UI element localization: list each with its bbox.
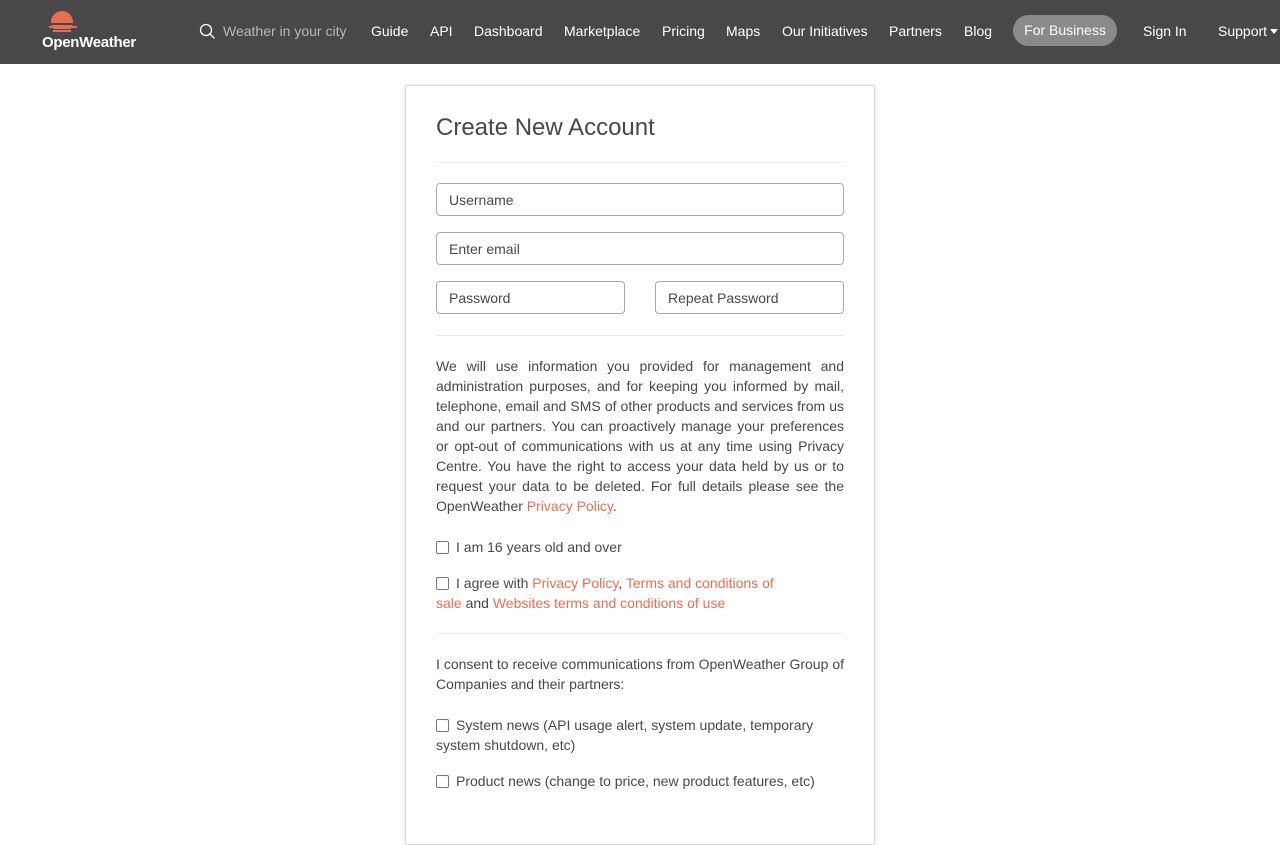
nav-guide[interactable]: Guide (371, 22, 408, 40)
sun-logo-icon (47, 11, 79, 35)
page-title: Create New Account (436, 114, 655, 141)
create-account-card: Create New Account We will use informati… (405, 85, 875, 845)
agree-comma: , (618, 575, 626, 591)
nav-partners[interactable]: Partners (889, 22, 942, 40)
fields-divider (436, 335, 844, 336)
title-divider (436, 162, 844, 163)
website-terms-link[interactable]: Websites terms and conditions of use (493, 595, 725, 611)
email-field[interactable] (436, 232, 844, 265)
age-checkbox-label: I am 16 years old and over (456, 539, 622, 555)
privacy-policy-link[interactable]: Privacy Policy (527, 498, 613, 514)
search-box (199, 19, 359, 45)
openweather-logo[interactable]: OpenWeather (42, 10, 142, 54)
product-news-label: Product news (change to price, new produ… (456, 773, 815, 789)
nav-our-initiatives[interactable]: Our Initiatives (782, 22, 868, 40)
chevron-down-icon (1270, 29, 1279, 34)
logo-text: OpenWeather (42, 34, 136, 51)
agree-and: and (461, 595, 493, 611)
age-checkbox[interactable] (436, 541, 449, 554)
agree-checkbox-label: I agree with Privacy Policy, Terms and c… (436, 573, 786, 613)
privacy-notice-text: We will use information you provided for… (436, 358, 844, 514)
search-input[interactable] (223, 19, 359, 43)
nav-dashboard[interactable]: Dashboard (474, 22, 543, 40)
nav-blog[interactable]: Blog (964, 22, 992, 40)
top-nav-bar: OpenWeather Guide API Dashboard Marketpl… (0, 0, 1280, 64)
agree-prefix: I agree with (456, 575, 533, 591)
nav-marketplace[interactable]: Marketplace (564, 22, 640, 40)
nav-api[interactable]: API (430, 22, 453, 40)
password-field[interactable] (436, 281, 625, 314)
nav-pricing[interactable]: Pricing (662, 22, 705, 40)
username-field[interactable] (436, 183, 844, 216)
consent-text: I consent to receive communications from… (436, 656, 844, 692)
agreement-divider (436, 633, 844, 634)
nav-support-label: Support (1218, 23, 1268, 39)
system-news-label: System news (API usage alert, system upd… (436, 717, 814, 753)
nav-support[interactable]: Support (1218, 22, 1279, 40)
for-business-button[interactable]: For Business (1013, 15, 1117, 46)
repeat-password-field[interactable] (655, 281, 844, 314)
product-news-checkbox[interactable] (436, 775, 449, 788)
nav-sign-in[interactable]: Sign In (1143, 22, 1187, 40)
search-icon[interactable] (199, 23, 216, 40)
privacy-notice-end: . (612, 498, 617, 514)
privacy-notice: We will use information you provided for… (436, 356, 844, 516)
nav-maps[interactable]: Maps (726, 22, 760, 40)
agree-privacy-policy-link[interactable]: Privacy Policy (532, 575, 618, 591)
